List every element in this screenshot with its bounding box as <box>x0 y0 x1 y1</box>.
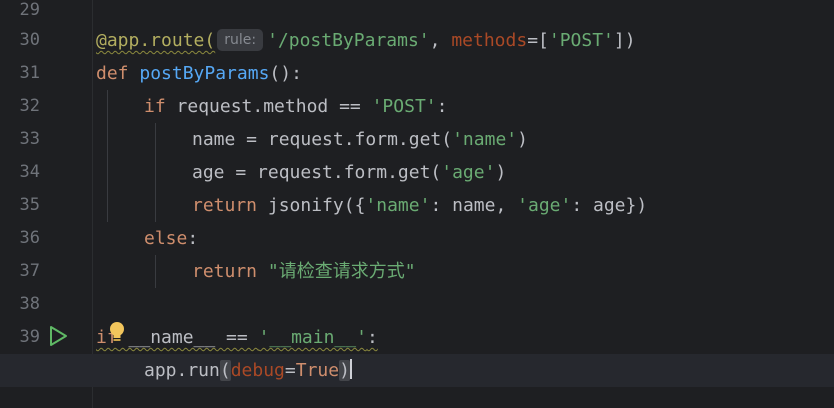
code-line-32: if request.method == 'POST': <box>144 90 447 123</box>
code-token: (): <box>269 63 302 84</box>
code-token: = <box>284 360 296 381</box>
code-token: ) <box>495 162 507 183</box>
run-icon[interactable] <box>47 324 69 348</box>
keyword: if <box>144 96 166 117</box>
code-token: : <box>187 228 199 249</box>
named-argument: debug <box>230 360 285 381</box>
code-editor[interactable]: @app.route(rule: '/postByParams', methods… <box>0 0 834 408</box>
code-line-40: app.run(debug=True) <box>144 354 352 387</box>
function-name: postByParams <box>139 63 270 84</box>
code-line-34: age = request.form.get('age') <box>192 156 506 189</box>
code-line-35: return jsonify({'name': name, 'age': age… <box>192 189 647 222</box>
code-token: name = request.form.get( <box>192 129 453 150</box>
keyword: def <box>96 63 129 84</box>
decorator: @app.route( <box>96 30 216 51</box>
code-line-31: def postByParams(): <box>96 57 302 90</box>
code-token: : <box>366 327 378 348</box>
code-token: app.run <box>144 360 220 381</box>
code-token: __name__ == <box>117 327 259 348</box>
string-literal: 'POST' <box>371 96 437 117</box>
code-line-30: @app.route(rule: '/postByParams', methods… <box>96 24 636 57</box>
line-number-gutter: 29 30 31 32 33 34 35 36 37 38 39 40 <box>0 0 93 408</box>
string-literal: "请检查请求方式" <box>267 261 416 282</box>
indent-guide <box>155 255 156 288</box>
matched-bracket: ( <box>219 360 231 381</box>
code-line-39: if __name__ == '__main__': <box>96 321 378 354</box>
code-token: , <box>429 30 452 51</box>
code-token: ) <box>517 129 528 150</box>
line-number: 36 <box>19 228 40 248</box>
keyword: return <box>192 195 258 216</box>
string-literal: 'name' <box>452 129 518 150</box>
line-number: 29 <box>19 0 40 20</box>
indent-guide <box>107 90 108 222</box>
line-number: 34 <box>19 162 40 182</box>
code-token: ]) <box>613 30 636 51</box>
matched-bracket: ) <box>339 360 350 381</box>
keyword: else <box>144 228 188 249</box>
code-token: : name, <box>430 195 518 216</box>
lightbulb-icon[interactable] <box>106 320 128 346</box>
keyword: True <box>295 360 340 381</box>
code-token: =[ <box>527 30 549 51</box>
line-number: 39 <box>19 327 40 347</box>
code-token: : <box>436 96 448 117</box>
code-line-36: else: <box>144 222 198 255</box>
string-literal: 'age' <box>517 195 572 216</box>
line-number: 33 <box>19 129 40 149</box>
code-line-37: return "请检查请求方式" <box>192 255 416 288</box>
line-number: 38 <box>19 294 40 314</box>
string-literal: '/postByParams' <box>267 30 430 51</box>
string-literal: 'name' <box>365 195 431 216</box>
line-number: 32 <box>19 96 40 116</box>
indent-guide <box>155 123 156 222</box>
line-number: 31 <box>19 63 40 83</box>
keyword: return <box>192 261 258 282</box>
text-caret <box>349 359 352 379</box>
code-token: : age}) <box>571 195 648 216</box>
current-line-highlight <box>0 354 834 387</box>
code-line-33: name = request.form.get('name') <box>192 123 528 156</box>
code-token: age = request.form.get( <box>192 162 442 183</box>
code-token: jsonify({ <box>257 195 366 216</box>
string-literal: '__main__' <box>258 327 367 348</box>
named-argument: methods <box>451 30 528 51</box>
line-number: 30 <box>19 30 40 50</box>
line-number: 37 <box>19 261 40 281</box>
code-token: request.method == <box>165 96 372 117</box>
string-literal: 'POST' <box>548 30 614 51</box>
string-literal: 'age' <box>441 162 496 183</box>
line-number: 35 <box>19 195 40 215</box>
inlay-hint: rule: <box>217 29 264 51</box>
